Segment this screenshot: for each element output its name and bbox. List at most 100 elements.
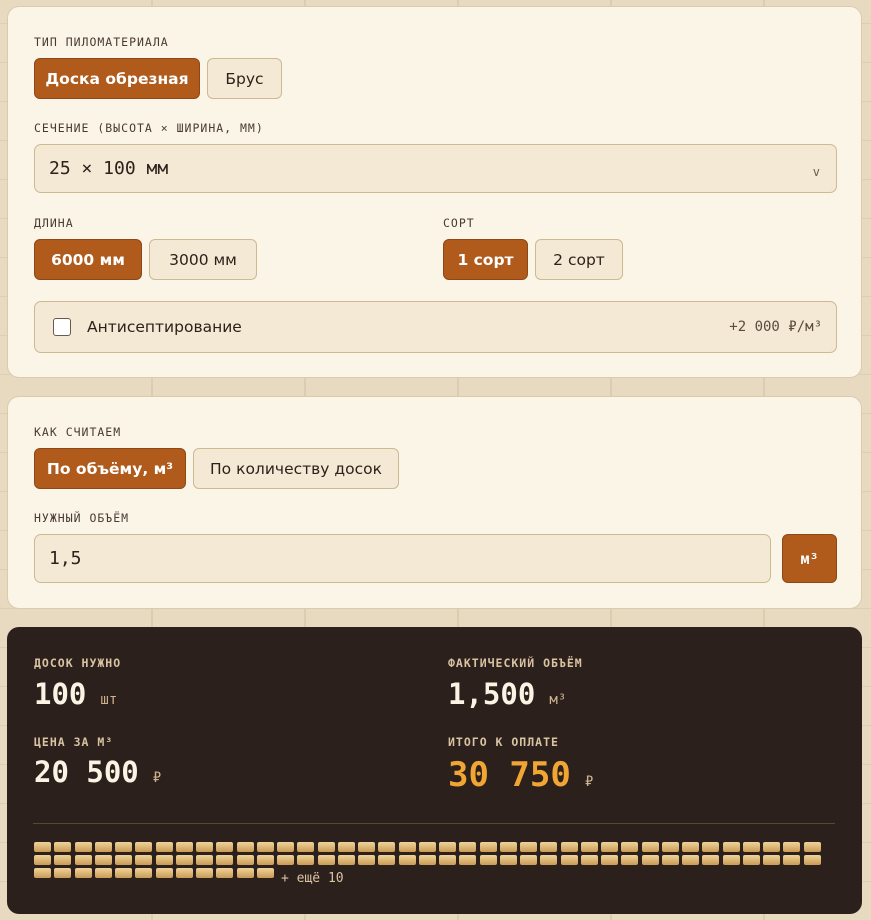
antiseptic-label: Антисептирование [87, 318, 242, 336]
board-icon [54, 867, 72, 878]
section-select[interactable]: 25 × 100 мм v [34, 144, 837, 193]
grade-button-2[interactable]: 2 сорт [535, 239, 623, 280]
board-icon [54, 842, 72, 852]
board-icon [459, 854, 477, 865]
total-unit: ₽ [584, 774, 594, 790]
type-button-board[interactable]: Доска обрезная [34, 58, 200, 99]
volume-value: 1,5 [49, 548, 82, 569]
boards-count: 100 [34, 677, 87, 711]
length-button-3000[interactable]: 3000 мм [149, 239, 257, 280]
board-icon [621, 842, 639, 852]
total-value: 30 750 ₽ [448, 755, 593, 795]
board-icon [216, 867, 234, 878]
section-label: СЕЧЕНИЕ (ВЫСОТА × ШИРИНА, ММ) [34, 121, 264, 135]
result-divider [33, 823, 835, 824]
board-icon [34, 854, 51, 865]
board-icon [661, 842, 679, 852]
price-value: 20 500 ₽ [34, 755, 161, 789]
board-icon [742, 842, 760, 852]
actual-volume-label: ФАКТИЧЕСКИЙ ОБЪЁМ [448, 656, 583, 670]
board-icon [560, 842, 578, 852]
volume-label: НУЖНЫЙ ОБЪЁМ [34, 511, 130, 525]
board-icon [418, 842, 436, 852]
total-number: 30 750 [448, 755, 571, 795]
actual-volume-unit: м³ [549, 692, 567, 708]
board-icon [135, 854, 153, 865]
board-icon [74, 842, 92, 852]
board-icon [196, 854, 213, 865]
grade-button-1[interactable]: 1 сорт [443, 239, 528, 280]
mode-button-count[interactable]: По количеству досок [193, 448, 399, 489]
board-icon [803, 842, 821, 852]
board-icon [277, 842, 294, 852]
board-icon [54, 854, 72, 865]
board-icon [94, 842, 112, 852]
volume-unit-button[interactable]: м³ [782, 534, 837, 583]
board-icon [216, 854, 234, 865]
board-icon [155, 867, 173, 878]
section-value: 25 × 100 мм [49, 158, 169, 179]
length-button-6000[interactable]: 6000 мм [34, 239, 142, 280]
board-icon [641, 842, 659, 852]
board-icon [520, 842, 537, 852]
board-icon [783, 842, 801, 852]
board-icon [479, 842, 497, 852]
board-icon [682, 854, 699, 865]
board-icon [378, 854, 396, 865]
antiseptic-option[interactable]: Антисептирование +2 000 ₽/м³ [34, 301, 837, 353]
board-icon [499, 854, 517, 865]
board-icon [580, 854, 598, 865]
total-label: ИТОГО К ОПЛАТЕ [448, 735, 559, 749]
board-icon [297, 854, 315, 865]
board-icon [661, 854, 679, 865]
actual-volume-number: 1,500 [448, 677, 536, 711]
board-icon [742, 854, 760, 865]
mode-button-volume[interactable]: По объёму, м³ [34, 448, 186, 489]
board-icon [34, 867, 51, 878]
volume-input[interactable]: 1,5 [34, 534, 771, 583]
board-icon [418, 854, 436, 865]
board-icon [297, 842, 315, 852]
board-icon [155, 854, 173, 865]
board-icon [337, 854, 355, 865]
board-icon [398, 842, 416, 852]
board-icon [256, 842, 274, 852]
board-icon [155, 842, 173, 852]
actual-volume-value: 1,500 м³ [448, 677, 566, 711]
board-icon [236, 854, 254, 865]
board-icon [439, 842, 456, 852]
antiseptic-price: +2 000 ₽/м³ [729, 319, 822, 335]
lumber-type-label: ТИП ПИЛОМАТЕРИАЛА [34, 35, 169, 49]
board-icon [236, 842, 254, 852]
board-icon [601, 854, 618, 865]
calc-mode-card: КАК СЧИТАЕМ По объёму, м³ По количеству … [7, 396, 862, 609]
board-icon [196, 842, 213, 852]
calc-mode-label: КАК СЧИТАЕМ [34, 425, 122, 439]
more-boards-text: + ещё 10 [281, 871, 344, 886]
lumber-params-card: ТИП ПИЛОМАТЕРИАЛА Доска обрезная Брус СЕ… [7, 6, 862, 378]
board-icon [256, 854, 274, 865]
result-panel: ДОСОК НУЖНО 100 шт ФАКТИЧЕСКИЙ ОБЪЁМ 1,50… [7, 627, 862, 914]
board-icon [621, 854, 639, 865]
boards-unit: шт [100, 692, 118, 708]
board-icon [216, 842, 234, 852]
board-icon [520, 854, 537, 865]
board-icon [115, 867, 132, 878]
price-label: ЦЕНА ЗА М³ [34, 735, 114, 749]
board-icon [115, 854, 132, 865]
type-button-beam[interactable]: Брус [207, 58, 282, 99]
board-icon [256, 867, 274, 878]
board-icon [175, 867, 193, 878]
board-icon [277, 854, 294, 865]
board-icon [540, 842, 558, 852]
board-icon [803, 854, 821, 865]
antiseptic-checkbox[interactable] [53, 318, 71, 336]
board-icon [135, 842, 153, 852]
boards-needed-value: 100 шт [34, 677, 117, 711]
price-number: 20 500 [34, 755, 139, 789]
board-icon [317, 842, 335, 852]
board-icon [560, 854, 578, 865]
grade-label: СОРТ [443, 216, 475, 230]
board-icon [763, 842, 780, 852]
length-label: ДЛИНА [34, 216, 74, 230]
